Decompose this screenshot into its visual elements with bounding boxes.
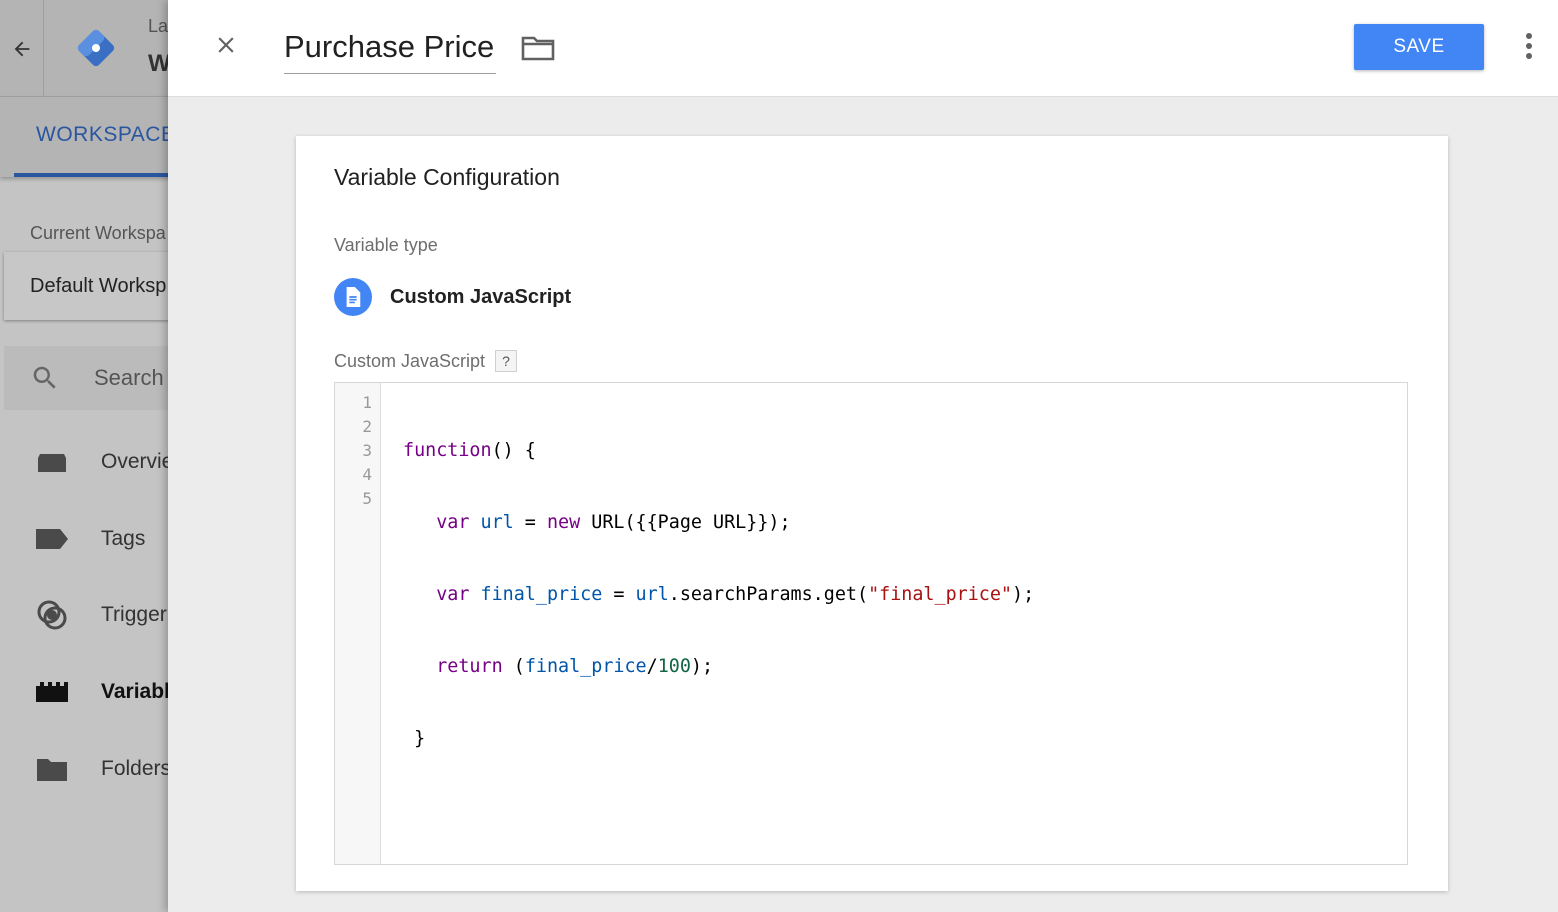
line-number: 5 [362, 489, 372, 508]
card-title: Variable Configuration [334, 164, 560, 190]
custom-javascript-label: Custom JavaScript ? [334, 350, 518, 372]
save-button[interactable]: SAVE [1354, 24, 1484, 70]
folder-button[interactable] [520, 30, 556, 66]
code-line: } [403, 728, 426, 749]
code-editor[interactable]: 1 2 3 4 5 function() { var url = new URL… [334, 382, 1408, 865]
sidebar-item-label: Tags [101, 527, 146, 550]
code-line: function() { [403, 440, 536, 461]
line-number: 1 [362, 393, 372, 412]
variable-type-selector[interactable]: Custom JavaScript [334, 278, 571, 316]
more-vert-icon [1526, 33, 1532, 59]
line-number: 2 [362, 417, 372, 436]
line-number: 4 [362, 465, 372, 484]
sidebar-item-label: Folders [101, 757, 172, 780]
close-icon [218, 37, 234, 53]
search-icon [33, 366, 56, 389]
folder-outline-icon [521, 36, 555, 61]
variable-configuration-card: Variable Configuration Variable type Cus… [296, 136, 1448, 891]
tag-icon [36, 523, 68, 555]
panel-header: Purchase Price SAVE [168, 0, 1558, 97]
account-name: La [148, 16, 169, 36]
search-placeholder: Search [94, 365, 164, 390]
sidebar-item-label: Trigger [101, 603, 167, 626]
sidebar-item-label: Variabl [101, 680, 170, 703]
page-title: Purchase Price [284, 29, 495, 64]
arrow-back-icon [14, 41, 29, 56]
code-line: return (final_price/100); [436, 656, 714, 677]
variable-name-field[interactable]: Purchase Price [284, 24, 497, 74]
variable-type-name: Custom JavaScript [390, 285, 572, 308]
help-button[interactable]: ? [495, 350, 518, 372]
close-button[interactable] [208, 27, 244, 63]
trigger-icon [36, 599, 68, 631]
code-line: var final_price = url.searchParams.get("… [436, 584, 1035, 605]
code-field-label: Custom JavaScript [334, 350, 486, 371]
line-number-gutter: 1 2 3 4 5 [335, 383, 381, 864]
line-number: 3 [362, 441, 372, 460]
code-line: var url = new URL({{Page URL}}); [436, 512, 791, 533]
overview-icon [36, 446, 68, 478]
variables-icon [36, 676, 68, 708]
variable-type-label: Variable type [334, 235, 438, 255]
variable-editor-panel: Purchase Price SAVE Variable Configurati… [168, 0, 1558, 912]
back-button[interactable] [0, 0, 44, 97]
workspace-label: Current Workspa [30, 223, 166, 243]
gtm-logo-icon [77, 29, 115, 67]
more-options-button[interactable] [1514, 26, 1544, 66]
code-content: function() { var url = new URL({{Page UR… [403, 391, 1034, 799]
folder-icon [36, 753, 68, 785]
document-icon [334, 278, 372, 316]
sidebar-item-label: Overvie [101, 450, 174, 473]
